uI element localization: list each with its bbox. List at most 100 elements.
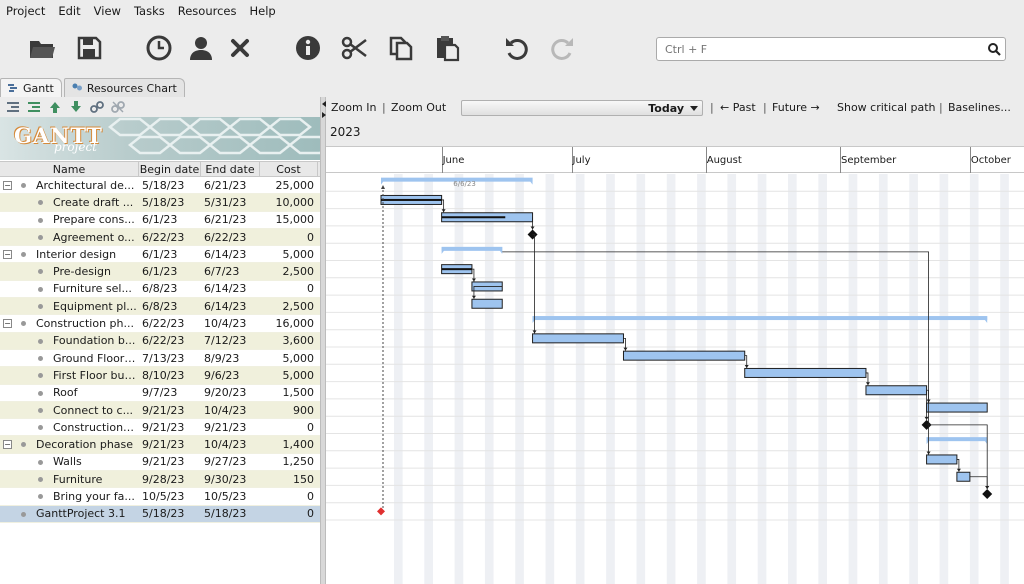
save-icon[interactable] — [73, 32, 105, 64]
task-name-cell[interactable]: Pre-design — [0, 263, 138, 279]
summary-bar[interactable] — [532, 316, 988, 321]
unlink-icon[interactable] — [111, 100, 125, 114]
future-button[interactable]: Future → — [772, 101, 820, 114]
user-icon[interactable] — [185, 32, 217, 64]
task-name-cell[interactable]: First Floor bui... — [0, 367, 138, 383]
info-icon[interactable] — [292, 32, 324, 64]
task-bar[interactable] — [744, 367, 867, 378]
task-name-cell[interactable]: Walls — [0, 454, 138, 470]
search-box[interactable] — [656, 37, 1006, 61]
table-row[interactable]: Equipment pl... 6/8/23 6/14/23 2,500 — [0, 298, 320, 316]
task-bar[interactable] — [622, 350, 746, 361]
task-name-cell[interactable]: GanttProject 3.1 — [0, 506, 138, 522]
task-bar[interactable] — [926, 454, 958, 465]
column-header-begin-date[interactable]: Begin date — [139, 162, 201, 177]
tab-resources-chart[interactable]: Resources Chart — [63, 78, 185, 97]
search-input[interactable] — [657, 38, 977, 60]
task-name-cell[interactable]: Bring your fa... — [0, 488, 138, 504]
menu-project[interactable]: Project — [6, 4, 45, 18]
table-row[interactable]: Pre-design 6/1/23 6/7/23 2,500 — [0, 263, 320, 281]
task-bar[interactable] — [471, 298, 503, 309]
task-name-cell[interactable]: Furniture — [0, 471, 138, 487]
table-row[interactable]: − Interior design 6/1/23 6/14/23 5,000 — [0, 246, 320, 264]
task-name-cell[interactable]: Agreement o... — [0, 229, 138, 245]
milestone-diamond[interactable] — [527, 229, 538, 240]
table-row[interactable]: Construction ... 9/21/23 9/21/23 0 — [0, 419, 320, 437]
column-header-cost[interactable]: Cost — [260, 162, 318, 177]
task-name-cell[interactable]: Ground Floor ... — [0, 350, 138, 366]
cut-icon[interactable] — [338, 32, 370, 64]
task-name-cell[interactable]: − Decoration phase — [0, 436, 138, 452]
delete-icon[interactable] — [224, 32, 256, 64]
zoom-out-button[interactable]: Zoom Out — [391, 101, 446, 114]
search-icon[interactable] — [987, 42, 1001, 56]
column-header-name[interactable]: Name — [0, 162, 139, 177]
paste-icon[interactable] — [431, 32, 463, 64]
link-icon[interactable] — [90, 100, 104, 114]
redo-icon[interactable] — [546, 32, 578, 64]
table-row[interactable]: Create draft ... 5/18/23 5/31/23 10,000 — [0, 194, 320, 212]
table-row[interactable]: Walls 9/21/23 9/27/23 1,250 — [0, 454, 320, 472]
today-dropdown[interactable]: Today — [461, 100, 703, 116]
project-start-marker-icon[interactable] — [377, 507, 385, 516]
outdent-icon[interactable] — [6, 100, 20, 114]
task-bar[interactable] — [926, 402, 988, 413]
baselines-button[interactable]: Baselines... — [948, 101, 1011, 114]
task-name-cell[interactable]: − Construction ph... — [0, 315, 138, 331]
clock-icon[interactable] — [143, 32, 175, 64]
table-row[interactable]: First Floor bui... 8/10/23 9/6/23 5,000 — [0, 367, 320, 385]
menu-view[interactable]: View — [94, 4, 121, 18]
task-name-cell[interactable]: Construction ... — [0, 419, 138, 435]
tab-gantt-label: Gantt — [23, 81, 54, 95]
task-name-cell[interactable]: − Interior design — [0, 246, 138, 262]
table-row[interactable]: Furniture 9/28/23 9/30/23 150 — [0, 471, 320, 489]
table-row[interactable]: GanttProject 3.1 5/18/23 5/18/23 0 — [0, 505, 320, 523]
task-bar[interactable] — [532, 333, 624, 344]
table-row[interactable]: Connect to c... 9/21/23 10/4/23 900 — [0, 401, 320, 420]
collapse-toggle-icon[interactable]: − — [3, 319, 12, 329]
task-name-cell[interactable]: − Architectural de... — [0, 177, 138, 193]
summary-bar[interactable] — [441, 246, 503, 251]
table-row[interactable]: Furniture sel... 6/8/23 6/14/23 0 — [0, 281, 320, 299]
table-row[interactable]: − Architectural de... 5/18/23 6/21/23 25,000 — [0, 177, 320, 195]
menu-resources[interactable]: Resources — [178, 4, 237, 18]
indent-icon[interactable] — [27, 100, 41, 114]
collapse-toggle-icon[interactable]: − — [3, 440, 12, 450]
task-name-cell[interactable]: Connect to c... — [0, 402, 138, 418]
copy-icon[interactable] — [385, 32, 417, 64]
menu-tasks[interactable]: Tasks — [134, 4, 165, 18]
task-name-cell[interactable]: Roof — [0, 385, 138, 401]
critical-path-button[interactable]: Show critical path — [837, 101, 936, 114]
table-row[interactable]: Roof 9/7/23 9/20/23 1,500 — [0, 385, 320, 402]
task-bar[interactable] — [865, 385, 928, 396]
past-button[interactable]: ← Past — [720, 101, 756, 114]
table-row[interactable]: Agreement o... 6/22/23 6/22/23 0 — [0, 228, 320, 247]
table-row[interactable]: − Construction ph... 6/22/23 10/4/23 16,000 — [0, 315, 320, 333]
move-up-icon[interactable] — [48, 100, 62, 114]
column-header-end-date[interactable]: End date — [201, 162, 260, 177]
task-name-cell[interactable]: Foundation b... — [0, 333, 138, 349]
table-row[interactable]: − Decoration phase 9/21/23 10/4/23 1,400 — [0, 436, 320, 454]
open-folder-icon[interactable] — [26, 32, 58, 64]
undo-icon[interactable] — [501, 32, 533, 64]
table-row[interactable]: Prepare cons... 6/1/23 6/21/23 15,000 — [0, 212, 320, 229]
task-end-date: 10/4/23 — [204, 403, 247, 417]
menu-edit[interactable]: Edit — [58, 4, 80, 18]
table-row[interactable]: Bring your fa... 10/5/23 10/5/23 0 — [0, 488, 320, 506]
table-row[interactable]: Foundation b... 6/22/23 7/12/23 3,600 — [0, 332, 320, 350]
task-bar[interactable] — [956, 471, 971, 482]
table-row[interactable]: Ground Floor ... 7/13/23 8/9/23 5,000 — [0, 350, 320, 368]
collapse-toggle-icon[interactable]: − — [3, 250, 12, 260]
task-name-cell[interactable]: Equipment pl... — [0, 298, 138, 314]
zoom-in-button[interactable]: Zoom In — [331, 101, 376, 114]
collapse-toggle-icon[interactable]: − — [3, 181, 12, 190]
gantt-bars-canvas[interactable]: 6/6/23 — [326, 174, 1024, 584]
task-name-cell[interactable]: Prepare cons... — [0, 212, 138, 228]
summary-bar[interactable] — [926, 437, 988, 442]
task-name-cell[interactable]: Create draft ... — [0, 194, 138, 210]
move-down-icon[interactable] — [69, 100, 83, 114]
milestone-diamond[interactable] — [982, 489, 993, 500]
menu-help[interactable]: Help — [249, 4, 275, 18]
tab-gantt[interactable]: Gantt — [0, 78, 62, 97]
task-name-cell[interactable]: Furniture sel... — [0, 281, 138, 297]
